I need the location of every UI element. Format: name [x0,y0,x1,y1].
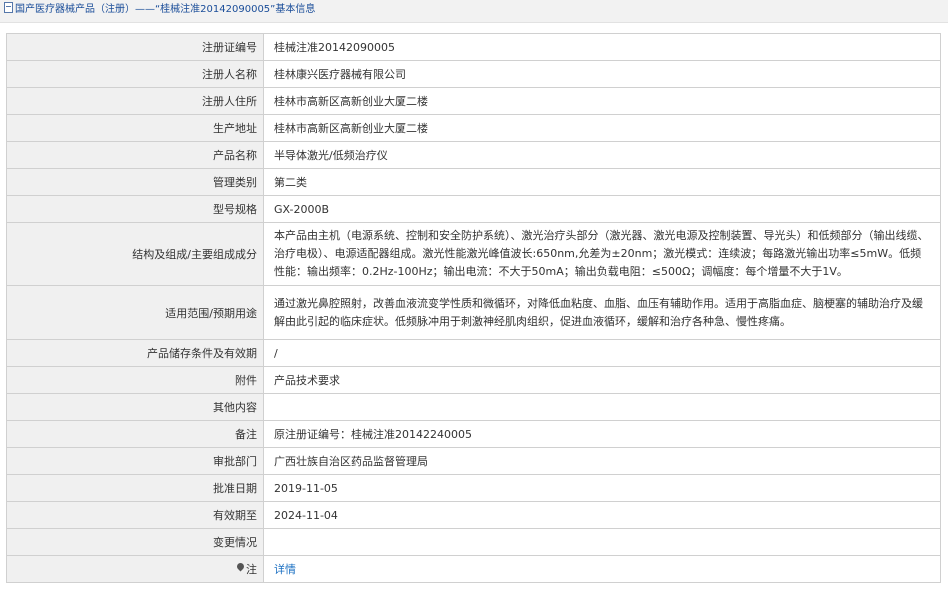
info-table: 注册证编号 桂械注准20142090005 注册人名称 桂林康兴医疗器械有限公司… [6,33,941,583]
row-label: 注册人住所 [6,87,264,115]
table-row: 注册证编号 桂械注准20142090005 [6,33,941,61]
row-label: 注 [6,555,264,583]
table-row: 有效期至 2024-11-04 [6,501,941,529]
table-row: 结构及组成/主要组成成分 本产品由主机（电源系统、控制和安全防护系统）、激光治疗… [6,222,941,286]
breadcrumb-current: “桂械注准20142090005”基本信息 [155,4,316,15]
row-label: 其他内容 [6,393,264,421]
note-label: 注 [246,563,257,576]
row-label: 有效期至 [6,501,264,529]
row-value: 原注册证编号：桂械注准20142240005 [263,420,941,448]
row-value: 本产品由主机（电源系统、控制和安全防护系统）、激光治疗头部分（激光器、激光电源及… [263,222,941,286]
table-row: 产品储存条件及有效期 / [6,339,941,367]
row-label: 适用范围/预期用途 [6,285,264,340]
table-row: 型号规格 GX-2000B [6,195,941,223]
row-value: 桂林市高新区高新创业大厦二楼 [263,114,941,142]
row-value: 桂林市高新区高新创业大厦二楼 [263,87,941,115]
row-label: 生产地址 [6,114,264,142]
breadcrumb-separator: —— [135,4,155,15]
table-row: 注册人名称 桂林康兴医疗器械有限公司 [6,60,941,88]
row-label: 型号规格 [6,195,264,223]
row-value: 第二类 [263,168,941,196]
table-row: 其他内容 [6,393,941,421]
row-label: 注册证编号 [6,33,264,61]
table-row: 注册人住所 桂林市高新区高新创业大厦二楼 [6,87,941,115]
table-row: 管理类别 第二类 [6,168,941,196]
row-value: 产品技术要求 [263,366,941,394]
row-label: 注册人名称 [6,60,264,88]
row-label: 产品储存条件及有效期 [6,339,264,367]
breadcrumb: 国产医疗器械产品（注册）——“桂械注准20142090005”基本信息 [0,0,948,23]
row-label: 管理类别 [6,168,264,196]
row-label: 结构及组成/主要组成成分 [6,222,264,286]
row-label: 备注 [6,420,264,448]
row-value: 桂械注准20142090005 [263,33,941,61]
row-value: 2024-11-04 [263,501,941,529]
document-icon [4,2,13,13]
table-row: 生产地址 桂林市高新区高新创业大厦二楼 [6,114,941,142]
table-row: 变更情况 [6,528,941,556]
table-row: 审批部门 广西壮族自治区药品监督管理局 [6,447,941,475]
table-row: 适用范围/预期用途 通过激光鼻腔照射，改善血液流变学性质和微循环，对降低血粘度、… [6,285,941,340]
row-value: 广西壮族自治区药品监督管理局 [263,447,941,475]
row-value [263,393,941,421]
row-value: / [263,339,941,367]
row-value [263,528,941,556]
row-label: 变更情况 [6,528,264,556]
row-value: 通过激光鼻腔照射，改善血液流变学性质和微循环，对降低血粘度、血脂、血压有辅助作用… [263,285,941,340]
row-value: GX-2000B [263,195,941,223]
table-row: 注 详情 [6,555,941,583]
breadcrumb-root-link[interactable]: 国产医疗器械产品（注册） [15,4,135,15]
row-label: 产品名称 [6,141,264,169]
row-label: 附件 [6,366,264,394]
table-row: 附件 产品技术要求 [6,366,941,394]
table-row: 备注 原注册证编号：桂械注准20142240005 [6,420,941,448]
row-value: 桂林康兴医疗器械有限公司 [263,60,941,88]
row-value: 详情 [263,555,941,583]
details-link[interactable]: 详情 [274,563,296,576]
row-value: 2019-11-05 [263,474,941,502]
pin-icon [237,563,246,574]
row-label: 批准日期 [6,474,264,502]
row-value: 半导体激光/低频治疗仪 [263,141,941,169]
table-row: 产品名称 半导体激光/低频治疗仪 [6,141,941,169]
table-row: 批准日期 2019-11-05 [6,474,941,502]
row-label: 审批部门 [6,447,264,475]
